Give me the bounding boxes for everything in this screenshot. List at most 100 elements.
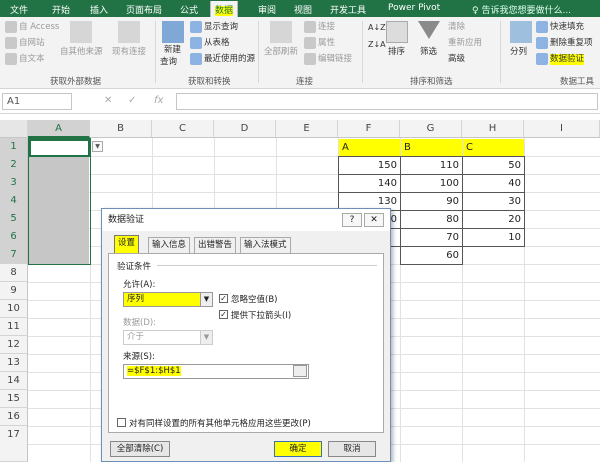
row-header[interactable]: 11 <box>0 318 28 336</box>
ribbon: 自 Access 自网站 自文本 自其他来源 现有连接 获取外部数据 新建 查询… <box>0 17 600 89</box>
row-header[interactable]: 15 <box>0 390 28 408</box>
new-query-icon <box>162 21 184 43</box>
text-to-columns-button[interactable]: 分列 <box>510 47 527 58</box>
column-header-a[interactable]: A <box>28 120 90 138</box>
recent-sources-button[interactable]: 最近使用的源 <box>204 54 255 65</box>
row-header[interactable]: 17 <box>0 426 28 462</box>
sort-button[interactable]: 排序 <box>388 47 405 58</box>
data-label: 数据(D): <box>123 318 157 328</box>
column-header-f[interactable]: F <box>338 120 400 138</box>
row-header[interactable]: 5 <box>0 210 28 228</box>
existing-connections-button[interactable]: 现有连接 <box>112 47 146 58</box>
tab-home[interactable]: 开始 <box>52 3 70 16</box>
table-header-cell[interactable]: C <box>463 139 524 157</box>
name-box[interactable]: A1 <box>2 93 72 110</box>
filter-button[interactable]: 筛选 <box>420 47 437 58</box>
reapply-button[interactable]: 重新应用 <box>448 38 482 49</box>
new-query-button[interactable]: 新建 <box>164 45 181 56</box>
properties-button[interactable]: 属性 <box>318 38 335 49</box>
flash-fill-button[interactable]: 快速填充 <box>550 22 584 33</box>
in-cell-dropdown-checkbox[interactable]: ✓ <box>219 310 228 319</box>
sort-az-button[interactable]: A↓Z <box>368 22 386 33</box>
data-validation-button[interactable]: 数据验证 <box>550 54 585 65</box>
tab-data[interactable]: 数据 <box>210 1 239 17</box>
tab-insert[interactable]: 插入 <box>90 3 108 16</box>
tab-input-message[interactable]: 输入信息 <box>148 237 191 253</box>
row-header[interactable]: 6 <box>0 228 28 246</box>
from-web-button[interactable]: 自网站 <box>19 38 45 49</box>
tab-power-pivot[interactable]: Power Pivot <box>388 3 440 13</box>
connections-button[interactable]: 连接 <box>318 22 335 33</box>
new-query-button-line2: 查询 <box>160 57 178 67</box>
tab-settings[interactable]: 设置 <box>114 235 140 254</box>
row-header[interactable]: 4 <box>0 192 28 210</box>
from-table-icon <box>190 37 202 49</box>
formula-bar: A1 ✕ ✓ fx <box>0 90 600 114</box>
table-header-cell[interactable]: B <box>401 139 462 157</box>
column-header-g[interactable]: G <box>400 120 462 138</box>
row-header[interactable]: 8 <box>0 264 28 282</box>
row-header[interactable]: 3 <box>0 174 28 192</box>
edit-links-icon <box>304 53 316 65</box>
column-header-d[interactable]: D <box>214 120 276 138</box>
column-header-c[interactable]: C <box>152 120 214 138</box>
row-header[interactable]: 16 <box>0 408 28 426</box>
column-header-e[interactable]: E <box>276 120 338 138</box>
enter-icon[interactable]: ✓ <box>128 95 136 106</box>
source-input[interactable]: =$F$1:$H$1 <box>123 364 309 379</box>
active-cell-a1[interactable] <box>29 139 90 157</box>
apply-all-checkbox[interactable] <box>117 418 126 427</box>
connections-icon <box>304 21 316 33</box>
tab-file[interactable]: 文件 <box>10 3 28 16</box>
group-label-sort-filter: 排序和筛选 <box>410 77 453 87</box>
from-access-button[interactable]: 自 Access <box>19 22 59 33</box>
validation-dropdown-arrow[interactable]: ▼ <box>92 141 103 152</box>
sort-za-button[interactable]: Z↓A <box>368 39 386 50</box>
row-header[interactable]: 13 <box>0 354 28 372</box>
allow-select[interactable]: 序列 ▼ <box>123 292 213 307</box>
data-select[interactable]: 介于 ▼ <box>123 330 213 345</box>
tab-review[interactable]: 审阅 <box>258 3 276 16</box>
row-header[interactable]: 10 <box>0 300 28 318</box>
column-header-i[interactable]: I <box>524 120 600 138</box>
tab-ime-mode[interactable]: 输入法模式 <box>240 237 291 253</box>
remove-duplicates-button[interactable]: 删除重复项 <box>550 38 593 49</box>
row-header[interactable]: 7 <box>0 246 28 264</box>
row-header[interactable]: 2 <box>0 156 28 174</box>
clear-all-button[interactable]: 全部清除(C) <box>110 441 170 457</box>
tab-error-alert[interactable]: 出错警告 <box>194 237 237 253</box>
cancel-icon[interactable]: ✕ <box>104 95 112 106</box>
tab-developer[interactable]: 开发工具 <box>330 3 366 16</box>
show-queries-button[interactable]: 显示查询 <box>204 22 238 33</box>
insert-function-icon[interactable]: fx <box>154 95 163 106</box>
help-button[interactable]: ? <box>342 213 362 227</box>
refresh-all-button[interactable]: 全部刷新 <box>264 47 298 58</box>
tab-page-layout[interactable]: 页面布局 <box>126 3 162 16</box>
edit-links-button[interactable]: 编辑链接 <box>318 54 352 65</box>
row-header[interactable]: 9 <box>0 282 28 300</box>
from-text-button[interactable]: 自文本 <box>19 54 45 65</box>
row-header[interactable]: 12 <box>0 336 28 354</box>
ok-button[interactable]: 确定 <box>274 441 322 457</box>
from-table-button[interactable]: 从表格 <box>204 38 230 49</box>
tell-me-search[interactable]: ♀ 告诉我您想要做什么... <box>472 3 571 16</box>
tab-formulas[interactable]: 公式 <box>180 3 198 16</box>
column-header-h[interactable]: H <box>462 120 524 138</box>
apply-all-label: 对有同样设置的所有其他单元格应用这些更改(P) <box>129 419 311 429</box>
formula-input[interactable] <box>176 93 598 110</box>
selected-range[interactable] <box>29 157 89 264</box>
clear-filter-button[interactable]: 清除 <box>448 22 465 33</box>
cancel-button[interactable]: 取消 <box>328 441 376 457</box>
column-header-b[interactable]: B <box>90 120 152 138</box>
row-header[interactable]: 14 <box>0 372 28 390</box>
range-picker-icon[interactable] <box>293 365 307 377</box>
row-header[interactable]: 1 <box>0 138 28 156</box>
from-other-sources-button[interactable]: 自其他来源 <box>60 47 103 58</box>
ignore-blank-checkbox[interactable]: ✓ <box>219 294 228 303</box>
table-rule <box>338 174 525 175</box>
advanced-filter-button[interactable]: 高级 <box>448 54 465 65</box>
close-button[interactable]: ✕ <box>364 213 384 227</box>
tab-view[interactable]: 视图 <box>294 3 312 16</box>
table-header-cell[interactable]: A <box>339 139 400 157</box>
select-all-corner[interactable] <box>0 120 28 138</box>
